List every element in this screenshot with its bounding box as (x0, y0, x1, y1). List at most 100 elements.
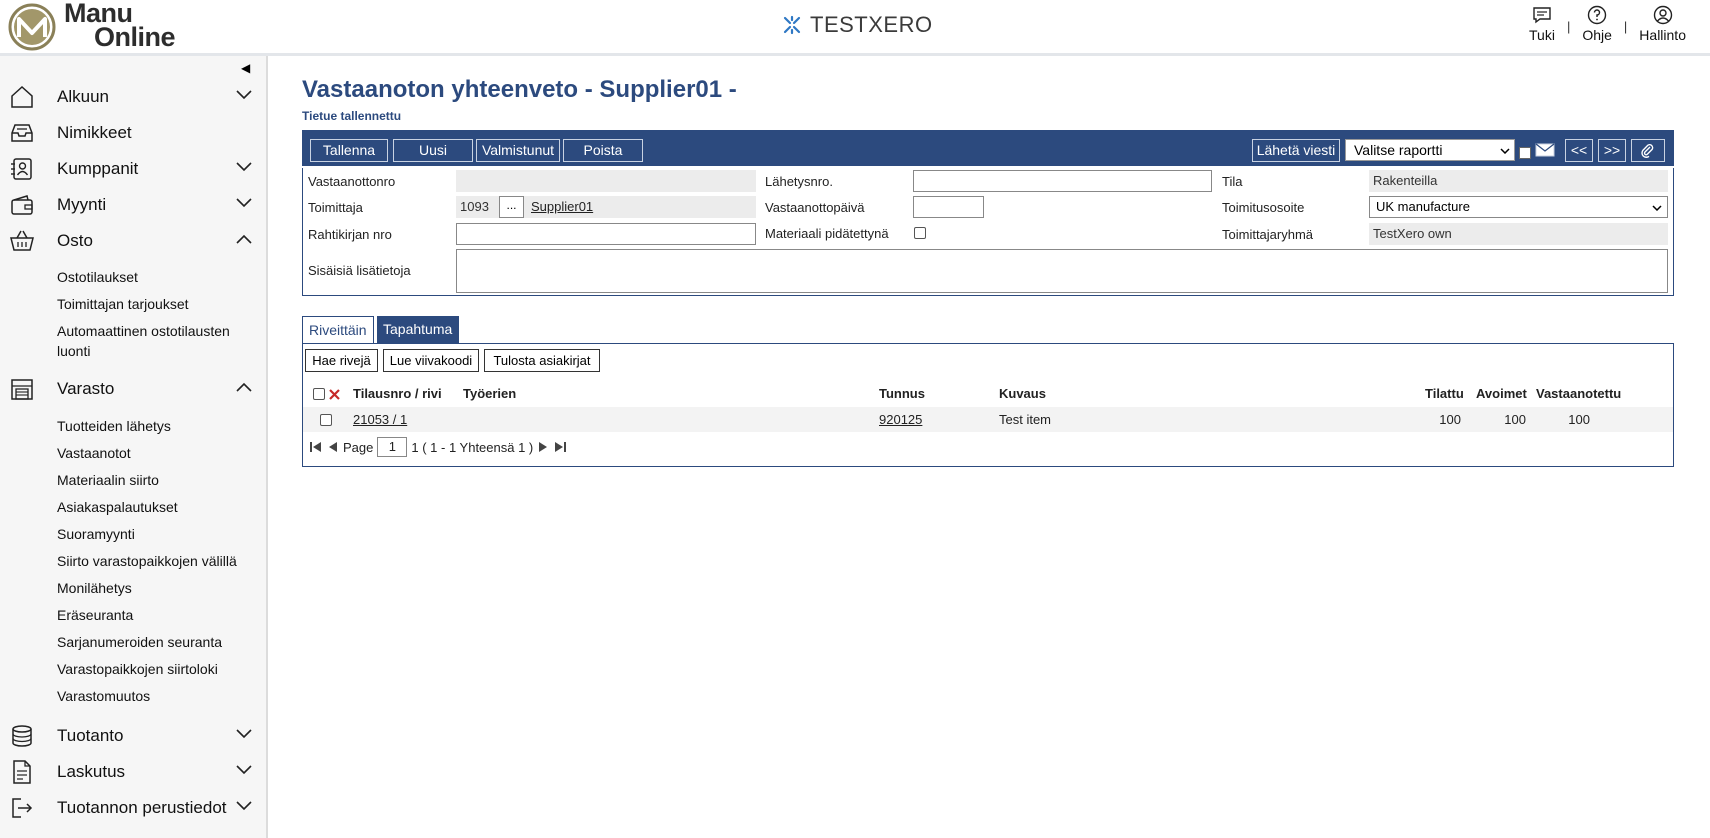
save-button[interactable]: Tallenna (310, 139, 388, 162)
send-message-button[interactable]: Lähetä viesti (1252, 139, 1340, 162)
internal-info-textarea[interactable] (456, 249, 1668, 293)
receipt-date-label: Vastaanottopäivä (765, 200, 865, 215)
delete-button[interactable]: Poista (563, 139, 643, 162)
wallet-icon (11, 195, 33, 215)
sidebar-item-laskutus[interactable]: Laskutus (0, 753, 268, 789)
sidebar-sub-ostotilaukset[interactable]: Ostotilaukset (57, 267, 257, 287)
row-received: 100 (1568, 412, 1590, 427)
clear-selection-icon[interactable] (328, 388, 341, 401)
mail-icon[interactable] (1535, 143, 1555, 157)
pager: Page 1 1 ( 1 - 1 Yhteensä 1 ) (309, 437, 567, 457)
sidebar-item-kumppanit[interactable]: Kumppanit (0, 150, 268, 186)
sidebar-item-tuotannon-perustiedot[interactable]: Tuotannon perustiedot (0, 789, 268, 825)
table-row[interactable]: 21053 / 1 920125 Test item 100 100 100 (303, 407, 1673, 432)
fetch-rows-button[interactable]: Hae rivejä (305, 349, 378, 372)
sidebar-sub-monilahetys[interactable]: Monilähetys (57, 578, 257, 598)
col-code[interactable]: Tunnus (879, 386, 925, 401)
brand-icon (783, 15, 801, 35)
home-icon (11, 85, 33, 108)
sidebar-sub-eraseuranta[interactable]: Eräseuranta (57, 605, 257, 625)
report-select[interactable]: Valitse raportti (1345, 139, 1515, 161)
page-input[interactable]: 1 (377, 437, 408, 457)
supplier-group-field: TestXero own (1369, 223, 1668, 245)
next-record-button[interactable]: >> (1598, 139, 1626, 162)
document-icon (13, 760, 31, 784)
admin-label: Hallinto (1639, 27, 1686, 43)
print-documents-button[interactable]: Tulosta asiakirjat (484, 349, 600, 372)
sidebar-item-label: Kumppanit (57, 159, 139, 178)
col-batch[interactable]: Työerien (463, 386, 516, 401)
supplier-link[interactable]: Supplier01 (531, 196, 593, 218)
sidebar-sub-varastopaikkojen-siirtoloki[interactable]: Varastopaikkojen siirtoloki (57, 659, 257, 679)
support-link[interactable]: Tuki (1517, 5, 1567, 43)
delivery-address-select[interactable]: UK manufacture (1369, 196, 1668, 218)
sidebar-item-nimikkeet[interactable]: Nimikkeet (0, 114, 268, 150)
row-checkbox[interactable] (320, 414, 332, 426)
chat-icon (1533, 7, 1551, 24)
sidebar-item-varasto[interactable]: Varasto (0, 370, 268, 406)
sidebar-sub-asiakaspalautukset[interactable]: Asiakaspalautukset (57, 497, 257, 517)
admin-link[interactable]: Hallinto (1627, 5, 1698, 43)
row-description: Test item (999, 412, 1052, 427)
receipt-date-input[interactable] (913, 196, 984, 218)
help-icon (1587, 5, 1607, 25)
prev-record-button[interactable]: << (1565, 139, 1593, 162)
col-received[interactable]: Vastaanotettu (1536, 386, 1621, 401)
attachment-button[interactable] (1631, 139, 1665, 162)
sidebar-sub-tuotteiden-lahetys[interactable]: Tuotteiden lähetys (57, 416, 257, 436)
delivery-address-label: Toimitusosoite (1222, 200, 1305, 215)
report-checkbox[interactable] (1519, 147, 1531, 159)
next-page-icon[interactable] (537, 441, 549, 453)
row-order-link[interactable]: 21053 / 1 (353, 412, 407, 427)
rows-panel: Hae rivejä Lue viivakoodi Tulosta asiaki… (302, 343, 1674, 467)
waybill-input[interactable] (456, 223, 756, 245)
read-barcode-button[interactable]: Lue viivakoodi (383, 349, 479, 372)
row-code-link[interactable]: 920125 (879, 412, 922, 427)
sidebar-sub-toimittajan-tarjoukset[interactable]: Toimittajan tarjoukset (57, 294, 257, 314)
material-held-checkbox[interactable] (914, 227, 926, 239)
new-button[interactable]: Uusi (393, 139, 473, 162)
top-links: Tuki | Ohje | Hallinto (1517, 5, 1698, 43)
sidebar-sub-sarjanumeroiden-seuranta[interactable]: Sarjanumeroiden seuranta (57, 632, 257, 652)
delivery-address-value: UK manufacture (1376, 199, 1470, 214)
shipment-no-input[interactable] (913, 170, 1212, 192)
supplier-lookup-button[interactable]: ... (499, 196, 524, 218)
sidebar-sub-automaattinen-ostotilausten-luonti[interactable]: Automaattinen ostotilausten luonti (57, 321, 257, 361)
sidebar-item-alkuun[interactable]: Alkuun (0, 78, 268, 114)
sidebar-item-label: Varasto (57, 379, 115, 398)
help-link[interactable]: Ohje (1570, 5, 1624, 43)
prev-page-icon[interactable] (327, 441, 339, 453)
chevron-down-icon (236, 765, 252, 775)
shipment-no-label: Lähetysnro. (765, 174, 833, 189)
sidebar-sub-vastaanotot[interactable]: Vastaanotot (57, 443, 257, 463)
first-page-icon[interactable] (309, 441, 323, 453)
sidebar-sub-siirto-varastopaikkojen-valilla[interactable]: Siirto varastopaikkojen välillä (57, 551, 257, 571)
sidebar-sub-suoramyynti[interactable]: Suoramyynti (57, 524, 257, 544)
status-message: Tietue tallennettu (302, 109, 402, 123)
sidebar-item-osto[interactable]: Osto (0, 222, 268, 258)
collapse-sidebar-icon[interactable]: ◀ (241, 61, 250, 75)
row-ordered: 100 (1439, 412, 1461, 427)
sidebar-item-myynti[interactable]: Myynti (0, 186, 268, 222)
sidebar-sub-varastomuutos[interactable]: Varastomuutos (57, 686, 257, 706)
paperclip-icon (1641, 144, 1654, 158)
page-summary: 1 ( 1 - 1 Yhteensä 1 ) (411, 439, 534, 455)
help-label: Ohje (1582, 27, 1612, 43)
col-open[interactable]: Avoimet (1476, 386, 1527, 401)
select-all-checkbox[interactable] (313, 388, 325, 400)
tab-event[interactable]: Tapahtuma (377, 316, 459, 343)
brand: TESTXERO (782, 12, 933, 38)
row-open: 100 (1504, 412, 1526, 427)
tab-rows[interactable]: Riveittäin (302, 316, 374, 343)
last-page-icon[interactable] (553, 441, 567, 453)
sidebar-item-tuotanto[interactable]: Tuotanto (0, 717, 268, 753)
ready-button[interactable]: Valmistunut (476, 139, 560, 162)
sidebar-sub-materiaalin-siirto[interactable]: Materiaalin siirto (57, 470, 257, 490)
logo-line-2: Online (94, 22, 176, 52)
col-order-row[interactable]: Tilausnro / rivi (353, 386, 442, 401)
col-ordered[interactable]: Tilattu (1425, 386, 1464, 401)
logo[interactable]: Manu Online (8, 0, 208, 53)
col-description[interactable]: Kuvaus (999, 386, 1046, 401)
receipt-no-field (456, 170, 756, 192)
supplier-group-label: Toimittajaryhmä (1222, 227, 1314, 242)
